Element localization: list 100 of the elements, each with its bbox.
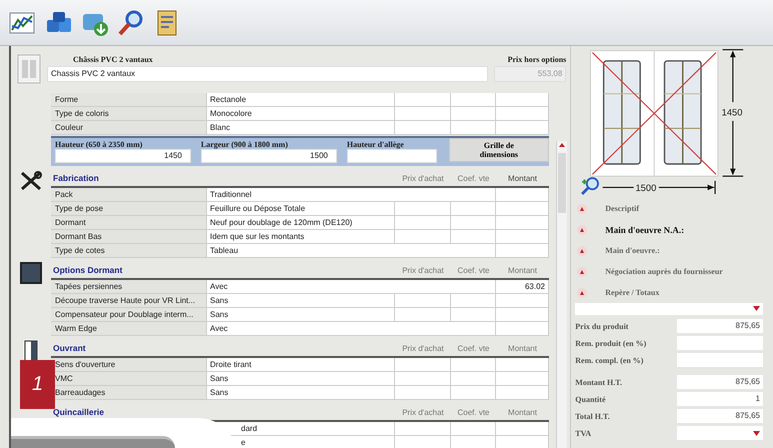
tools-icon — [19, 170, 43, 192]
property-value[interactable]: Sans — [207, 294, 395, 308]
amount-cell: 63.02 — [496, 280, 549, 294]
summary-label: TVA — [575, 428, 592, 438]
summary-label: Quantité — [575, 394, 606, 404]
product-name-field[interactable]: Chassis PVC 2 vantaux — [47, 66, 488, 82]
property-value[interactable]: Avec — [207, 280, 496, 294]
section-title[interactable]: Options Dormant — [51, 265, 395, 275]
property-label: Couleur — [51, 121, 207, 135]
table-cell — [451, 107, 496, 121]
scroll-thumb[interactable] — [558, 153, 566, 213]
table-cell — [395, 93, 451, 107]
property-label: Pack — [51, 188, 207, 202]
section-link[interactable]: Descriptif — [605, 204, 640, 214]
property-value[interactable]: Idem que sur les montants — [207, 230, 395, 244]
table-cell — [395, 308, 451, 322]
scrollbar[interactable] — [556, 141, 567, 448]
dropdown-arrow-icon — [753, 306, 760, 312]
section-link[interactable]: Négociation auprès du fournisseur — [605, 267, 723, 276]
table-cell — [451, 121, 496, 135]
summary-label: Rem. produit (en %) — [575, 338, 646, 348]
section-title[interactable]: Fabrication — [51, 173, 395, 183]
table-cell — [451, 202, 496, 216]
property-label: Forme — [51, 93, 207, 107]
summary-label: Prix du produit — [575, 322, 628, 330]
column-header: Montant — [507, 344, 538, 352]
column-header: Prix d'achat — [401, 174, 445, 182]
summary-field[interactable]: 875,65 — [677, 409, 763, 423]
expand-icon[interactable] — [577, 266, 588, 277]
summary-label: Montant H.T. — [575, 378, 622, 386]
section-title[interactable]: Quincaillerie — [51, 407, 395, 417]
table-cell — [395, 422, 451, 436]
property-label: Type de pose — [51, 202, 207, 216]
table-cell — [451, 436, 496, 448]
property-label: Compensateur pour Doublage interm... — [51, 308, 207, 322]
summary-field[interactable] — [677, 336, 763, 350]
property-value[interactable]: Traditionnel — [207, 188, 496, 202]
column-header: Prix d'achat — [401, 408, 445, 416]
dimension-grid-button[interactable]: Grille de dimensions — [448, 138, 549, 162]
table-cell — [496, 422, 549, 436]
section-link[interactable]: Main d'oeuvre.: — [605, 246, 660, 256]
dimension-label: Hauteur d'allège — [346, 140, 405, 149]
zoom-icon[interactable] — [581, 177, 600, 195]
property-label: Tapées persiennes — [51, 280, 207, 294]
column-header: Montant — [507, 266, 538, 274]
section-link[interactable]: Repère / Totaux — [605, 288, 660, 298]
dimension-field[interactable]: 1450 — [55, 149, 191, 163]
table-cell — [451, 294, 496, 308]
table-cell — [395, 436, 451, 448]
property-value[interactable]: Blanc — [207, 121, 395, 135]
product-title: Châssis PVC 2 vantaux — [72, 54, 154, 66]
table-cell — [496, 202, 549, 216]
property-value[interactable]: Rectanole — [207, 93, 395, 107]
property-value[interactable]: Sans — [207, 372, 395, 386]
summary-field[interactable] — [677, 353, 763, 367]
summary-label: Rem. compl. (en %) — [575, 356, 644, 364]
table-cell — [451, 308, 496, 322]
table-cell — [451, 230, 496, 244]
dimension-field[interactable] — [346, 149, 437, 163]
dimension-field[interactable]: 1500 — [200, 149, 337, 163]
expand-icon[interactable] — [577, 288, 588, 298]
table-cell — [395, 372, 451, 386]
property-label: Type de coloris — [51, 107, 207, 121]
table-cell — [451, 386, 496, 400]
column-header: Prix d'achat — [401, 266, 445, 274]
price-label: Prix hors options — [506, 54, 566, 66]
table-cell — [496, 322, 549, 336]
scroll-up-icon[interactable] — [557, 141, 567, 149]
expand-icon[interactable] — [577, 224, 588, 235]
property-value[interactable]: Avec — [207, 322, 496, 336]
table-cell — [451, 422, 496, 436]
property-value[interactable]: Feuillure ou Dépose Totale — [207, 202, 395, 216]
table-cell — [496, 121, 549, 135]
property-value[interactable]: Sans — [207, 386, 395, 400]
property-label: Warm Edge — [51, 322, 207, 336]
expand-icon[interactable] — [577, 204, 588, 214]
callout-badge: 1 — [20, 360, 55, 409]
section-link[interactable]: Main d'oeuvre N.A.: — [605, 224, 684, 235]
column-header: Montant — [507, 408, 538, 416]
summary-field[interactable]: 875,65 — [677, 375, 763, 389]
table-cell — [496, 230, 549, 244]
summary-field[interactable]: 1 — [677, 392, 763, 406]
table-cell — [496, 107, 549, 121]
table-cell — [395, 386, 451, 400]
property-value[interactable]: Monocolore — [207, 107, 395, 121]
table-cell — [496, 294, 549, 308]
summary-field[interactable]: 875,65 — [677, 319, 763, 333]
section-title[interactable]: Ouvrant — [51, 343, 395, 353]
property-value[interactable]: Tableau — [207, 244, 496, 258]
property-value[interactable]: Neuf pour doublage de 120mm (DE120) — [207, 216, 395, 230]
square-icon — [19, 262, 43, 284]
summary-label: Total H.T. — [575, 412, 610, 420]
table-cell — [496, 386, 549, 400]
property-value[interactable]: Sans — [207, 308, 395, 322]
expand-icon[interactable] — [577, 246, 588, 256]
width-label: 1500 — [636, 183, 657, 194]
table-cell — [395, 121, 451, 135]
property-value[interactable]: Droite tirant — [207, 358, 395, 372]
window-thumbnail-icon — [17, 54, 41, 84]
height-label: 1450 — [722, 107, 743, 118]
